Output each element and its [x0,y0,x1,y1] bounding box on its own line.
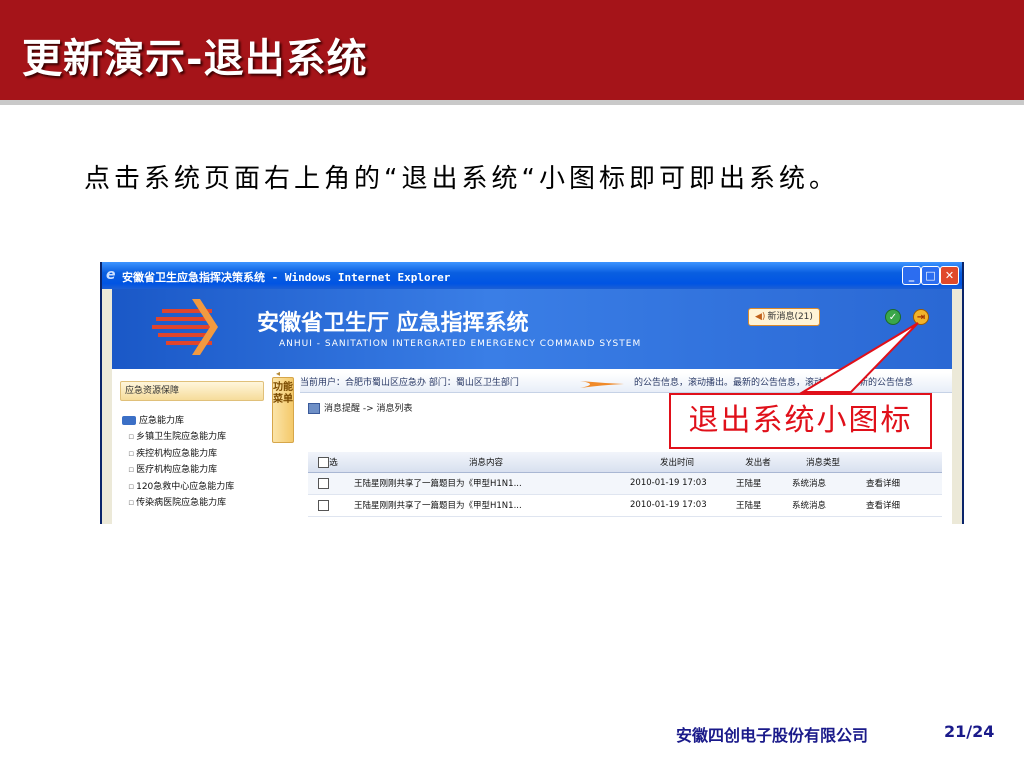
browser-window-title: 安徽省卫生应急指挥决策系统 - Windows Internet Explore… [122,271,451,284]
bullet-icon: ▫ [128,432,135,442]
browser-titlebar: e 安徽省卫生应急指挥决策系统 - Windows Internet Explo… [102,262,962,289]
function-menu-tab[interactable]: 功能菜单 [272,377,294,443]
tree-item[interactable]: ▫ 传染病医院应急能力库 [128,495,234,512]
breadcrumb: 消息提醒 -> 消息列表 [308,401,413,414]
view-detail-link[interactable]: 查看详细 [860,494,942,517]
column-header: 消息类型 [786,452,860,473]
info-bar: 当前用户：合肥市蜀山区应急办 部门：蜀山区卫生部门 的公告信息，滚动播出。最新的… [300,373,952,393]
instruction-text: 点击系统页面右上角的“退出系统“小图标即可即出系统。 [84,164,839,194]
app-title: 安徽省卫生厅 应急指挥系统 [257,310,529,336]
tree-root-label: 应急能力库 [139,416,185,426]
new-message-button[interactable]: ◀) 新消息(21) [748,308,820,326]
table-row: 王陆星刚刚共享了一篇题目为《甲型H1N1... 2010-01-19 17:03… [308,472,942,495]
bullet-icon: ▫ [128,481,135,492]
app-emblem-icon [152,299,218,355]
header-divider [0,100,1024,105]
minimize-button[interactable]: _ [902,266,921,285]
tree-item[interactable]: ▫ 医疗机构应急能力库 [128,462,234,479]
row-checkbox[interactable] [318,499,329,511]
tree-list: ▫ 乡镇卫生院应急能力库 ▫ 疾控机构应急能力库 ▫ 医疗机构应急能力库 ▫ 120急救… [128,429,234,512]
marquee-text: 的公告信息，滚动播出。最新的公告信息，滚动播出。最新的公告信息 [634,378,914,388]
tree-root[interactable]: 应急能力库 [122,413,184,426]
table-row: 王陆星刚刚共享了一篇题目为《甲型H1N1... 2010-01-19 17:03… [308,494,942,517]
bullet-icon: ▫ [128,498,135,508]
tree-item[interactable]: ▫ 疾控机构应急能力库 [128,446,234,463]
current-user-info: 当前用户：合肥市蜀山区应急办 部门：蜀山区卫生部门 [300,378,519,388]
message-type: 系统消息 [786,494,860,517]
bullet-icon: ▫ [128,448,135,459]
app-subtitle: ANHUI - SANITATION INTERGRATED EMERGENCY… [279,339,642,349]
check-icon[interactable]: ✓ [885,309,901,325]
page-number: 21/24 [944,722,995,741]
company-name: 安徽四创电子股份有限公司 [676,726,869,745]
message-content: 王陆星刚刚共享了一篇题目为《甲型H1N1... [348,494,624,517]
folder-icon [122,416,136,425]
select-all-header[interactable]: 选 [308,452,348,473]
select-all-checkbox[interactable] [318,456,330,468]
message-table: 选 消息内容 发出时间 发出者 消息类型 王陆星刚刚共享了一篇题目为《甲型H1N… [308,452,942,517]
left-panel: 应急资源保障 应急能力库 ▫ 乡镇卫生院应急能力库 ▫ 疾控机构应急能力库 ▫ 医疗机… [120,377,266,524]
arrow-swoosh-icon [580,381,624,388]
app-banner: 安徽省卫生厅 应急指挥系统 ANHUI - SANITATION INTERGR… [112,289,952,369]
column-header: 发出者 [730,452,786,473]
column-header [860,452,942,473]
message-type: 系统消息 [786,472,860,495]
callout-label: 退出系统小图标 [669,393,932,449]
slide-header: 更新演示-退出系统 [0,0,1024,100]
slide-title: 更新演示-退出系统 [22,35,368,82]
close-button[interactable]: ✕ [940,266,959,285]
speaker-icon: ◀) [755,312,766,322]
tree-item[interactable]: ▫ 120急救中心应急能力库 [128,479,234,496]
ie-logo-icon: e [106,267,116,283]
row-checkbox[interactable] [318,477,329,489]
message-time: 2010-01-19 17:03 [624,494,730,517]
tree-item[interactable]: ▫ 乡镇卫生院应急能力库 [128,429,234,446]
exit-system-icon[interactable]: ⇥ [913,309,929,325]
message-content: 王陆星刚刚共享了一篇题目为《甲型H1N1... [348,472,624,495]
message-sender: 王陆星 [730,494,786,517]
breadcrumb-text: 消息提醒 -> 消息列表 [324,404,413,414]
view-detail-link[interactable]: 查看详细 [860,472,942,495]
bullet-icon: ▫ [128,465,135,475]
maximize-button[interactable]: □ [921,266,940,285]
message-sender: 王陆星 [730,472,786,495]
table-header-row: 选 消息内容 发出时间 发出者 消息类型 [308,452,942,473]
message-time: 2010-01-19 17:03 [624,472,730,495]
row-select-cell[interactable] [308,472,348,495]
column-header: 消息内容 [348,452,624,473]
row-select-cell[interactable] [308,494,348,517]
message-icon [308,403,320,414]
column-header: 发出时间 [624,452,730,473]
new-message-label: 新消息(21) [767,312,813,322]
side-panel-title[interactable]: 应急资源保障 [120,381,264,401]
